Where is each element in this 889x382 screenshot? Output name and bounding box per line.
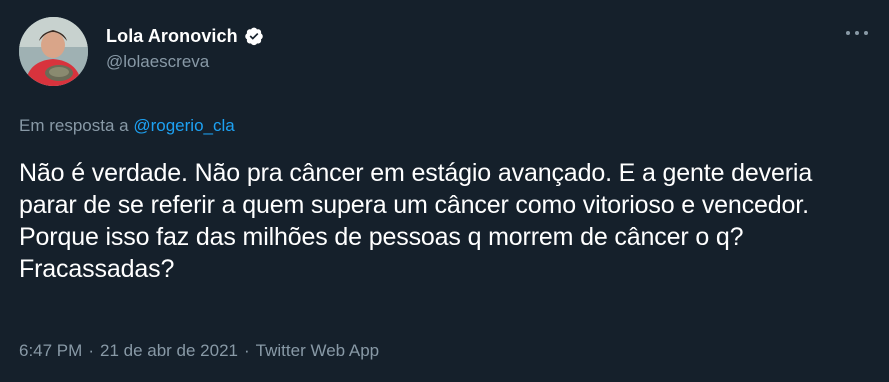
tweet-date[interactable]: 21 de abr de 2021	[100, 341, 238, 360]
verified-badge-icon	[244, 26, 264, 46]
author-handle[interactable]: @lolaescreva	[106, 52, 209, 72]
tweet-text: Não é verdade. Não pra câncer em estágio…	[19, 159, 813, 283]
tweet-time[interactable]: 6:47 PM	[19, 341, 82, 360]
author-name-row: Lola Aronovich	[106, 24, 264, 48]
reply-prefix: Em resposta a	[19, 116, 129, 135]
author-display-name[interactable]: Lola Aronovich	[106, 26, 238, 47]
tweet-card: Lola Aronovich @lolaescreva Em resposta …	[0, 0, 889, 382]
meta-separator: ·	[244, 341, 250, 360]
profile-photo-icon	[19, 17, 88, 86]
reply-mention-link[interactable]: @rogerio_cla	[133, 116, 234, 135]
reply-context: Em resposta a @rogerio_cla	[19, 116, 235, 136]
avatar[interactable]	[19, 17, 88, 86]
more-options-icon[interactable]	[846, 28, 868, 38]
tweet-metadata: 6:47 PM · 21 de abr de 2021 · Twitter Web Ap…	[19, 341, 379, 361]
tweet-source[interactable]: Twitter Web App	[256, 341, 379, 360]
meta-separator: ·	[88, 341, 94, 360]
